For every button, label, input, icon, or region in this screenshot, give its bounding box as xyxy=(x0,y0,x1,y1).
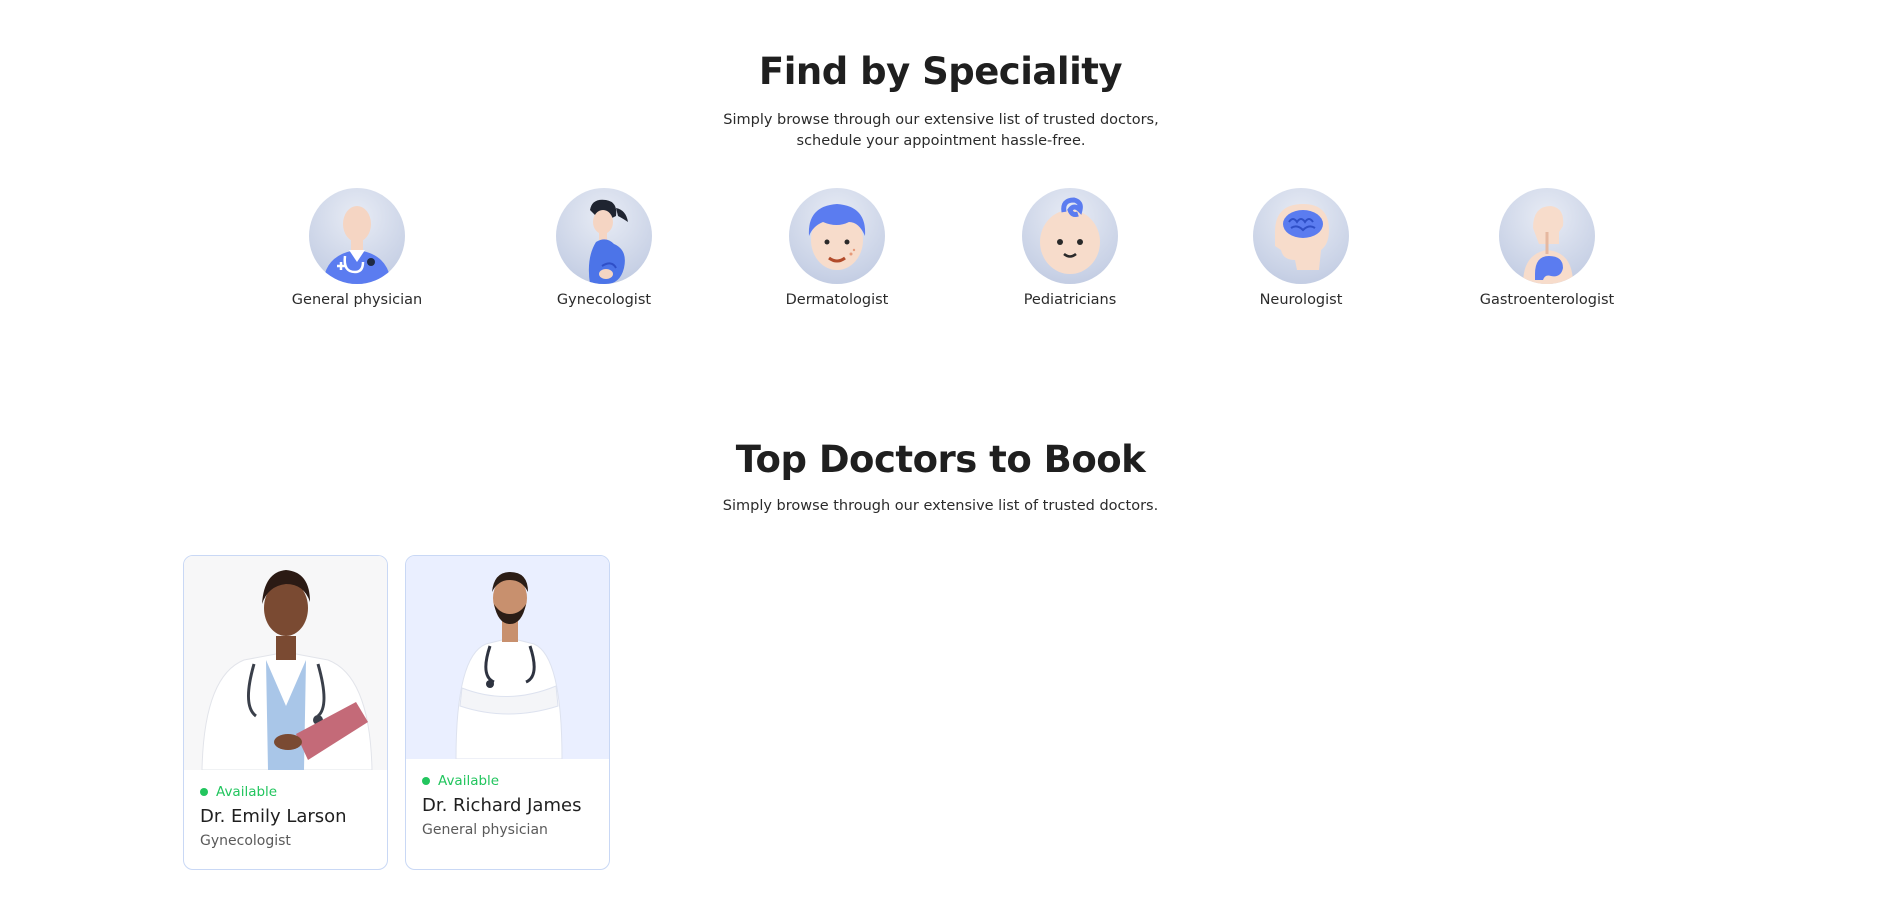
speciality-label: Pediatricians xyxy=(1023,292,1117,308)
dermatologist-icon xyxy=(789,188,885,284)
speciality-label: Dermatologist xyxy=(785,292,889,308)
speciality-label: General physician xyxy=(291,292,423,308)
general-physician-icon xyxy=(309,188,405,284)
status-dot xyxy=(422,777,430,785)
doctor-photo xyxy=(184,556,387,770)
top-doctors-title: Top Doctors to Book xyxy=(735,438,1146,481)
availability-label: Available xyxy=(438,773,500,789)
speciality-item-dermatologist[interactable]: Dermatologist xyxy=(757,188,917,308)
gastroenterologist-icon xyxy=(1499,188,1595,284)
speciality-item-pediatricians[interactable]: Pediatricians xyxy=(990,188,1150,308)
availability-label: Available xyxy=(216,784,278,800)
speciality-label: Gastroenterologist xyxy=(1479,292,1615,308)
doctor-speciality: General physician xyxy=(422,822,548,838)
doctor-name: Dr. Richard James xyxy=(422,795,582,816)
top-doctors-subtitle: Simply browse through our extensive list… xyxy=(722,498,1159,514)
doctor-card-emily-larson[interactable]: Available Dr. Emily Larson Gynecologist xyxy=(183,555,388,870)
status-dot xyxy=(200,788,208,796)
availability-status: Available xyxy=(200,784,371,800)
pediatrician-icon xyxy=(1022,188,1118,284)
neurologist-icon xyxy=(1253,188,1349,284)
doctor-card-richard-james[interactable]: Available Dr. Richard James General phys… xyxy=(405,555,610,870)
speciality-item-gastroenterologist[interactable]: Gastroenterologist xyxy=(1467,188,1627,308)
speciality-label: Neurologist xyxy=(1259,292,1343,308)
speciality-subtitle: Simply browse through our extensive list… xyxy=(723,112,1159,149)
speciality-item-neurologist[interactable]: Neurologist xyxy=(1221,188,1381,308)
speciality-item-gynecologist[interactable]: Gynecologist xyxy=(524,188,684,308)
doctor-speciality: Gynecologist xyxy=(200,833,291,849)
doctor-photo xyxy=(406,556,609,759)
availability-status: Available xyxy=(422,773,593,789)
speciality-label: Gynecologist xyxy=(556,292,652,308)
gynecologist-icon xyxy=(556,188,652,284)
speciality-item-general-physician[interactable]: General physician xyxy=(277,188,437,308)
speciality-title: Find by Speciality xyxy=(758,50,1123,93)
doctor-name: Dr. Emily Larson xyxy=(200,806,347,827)
